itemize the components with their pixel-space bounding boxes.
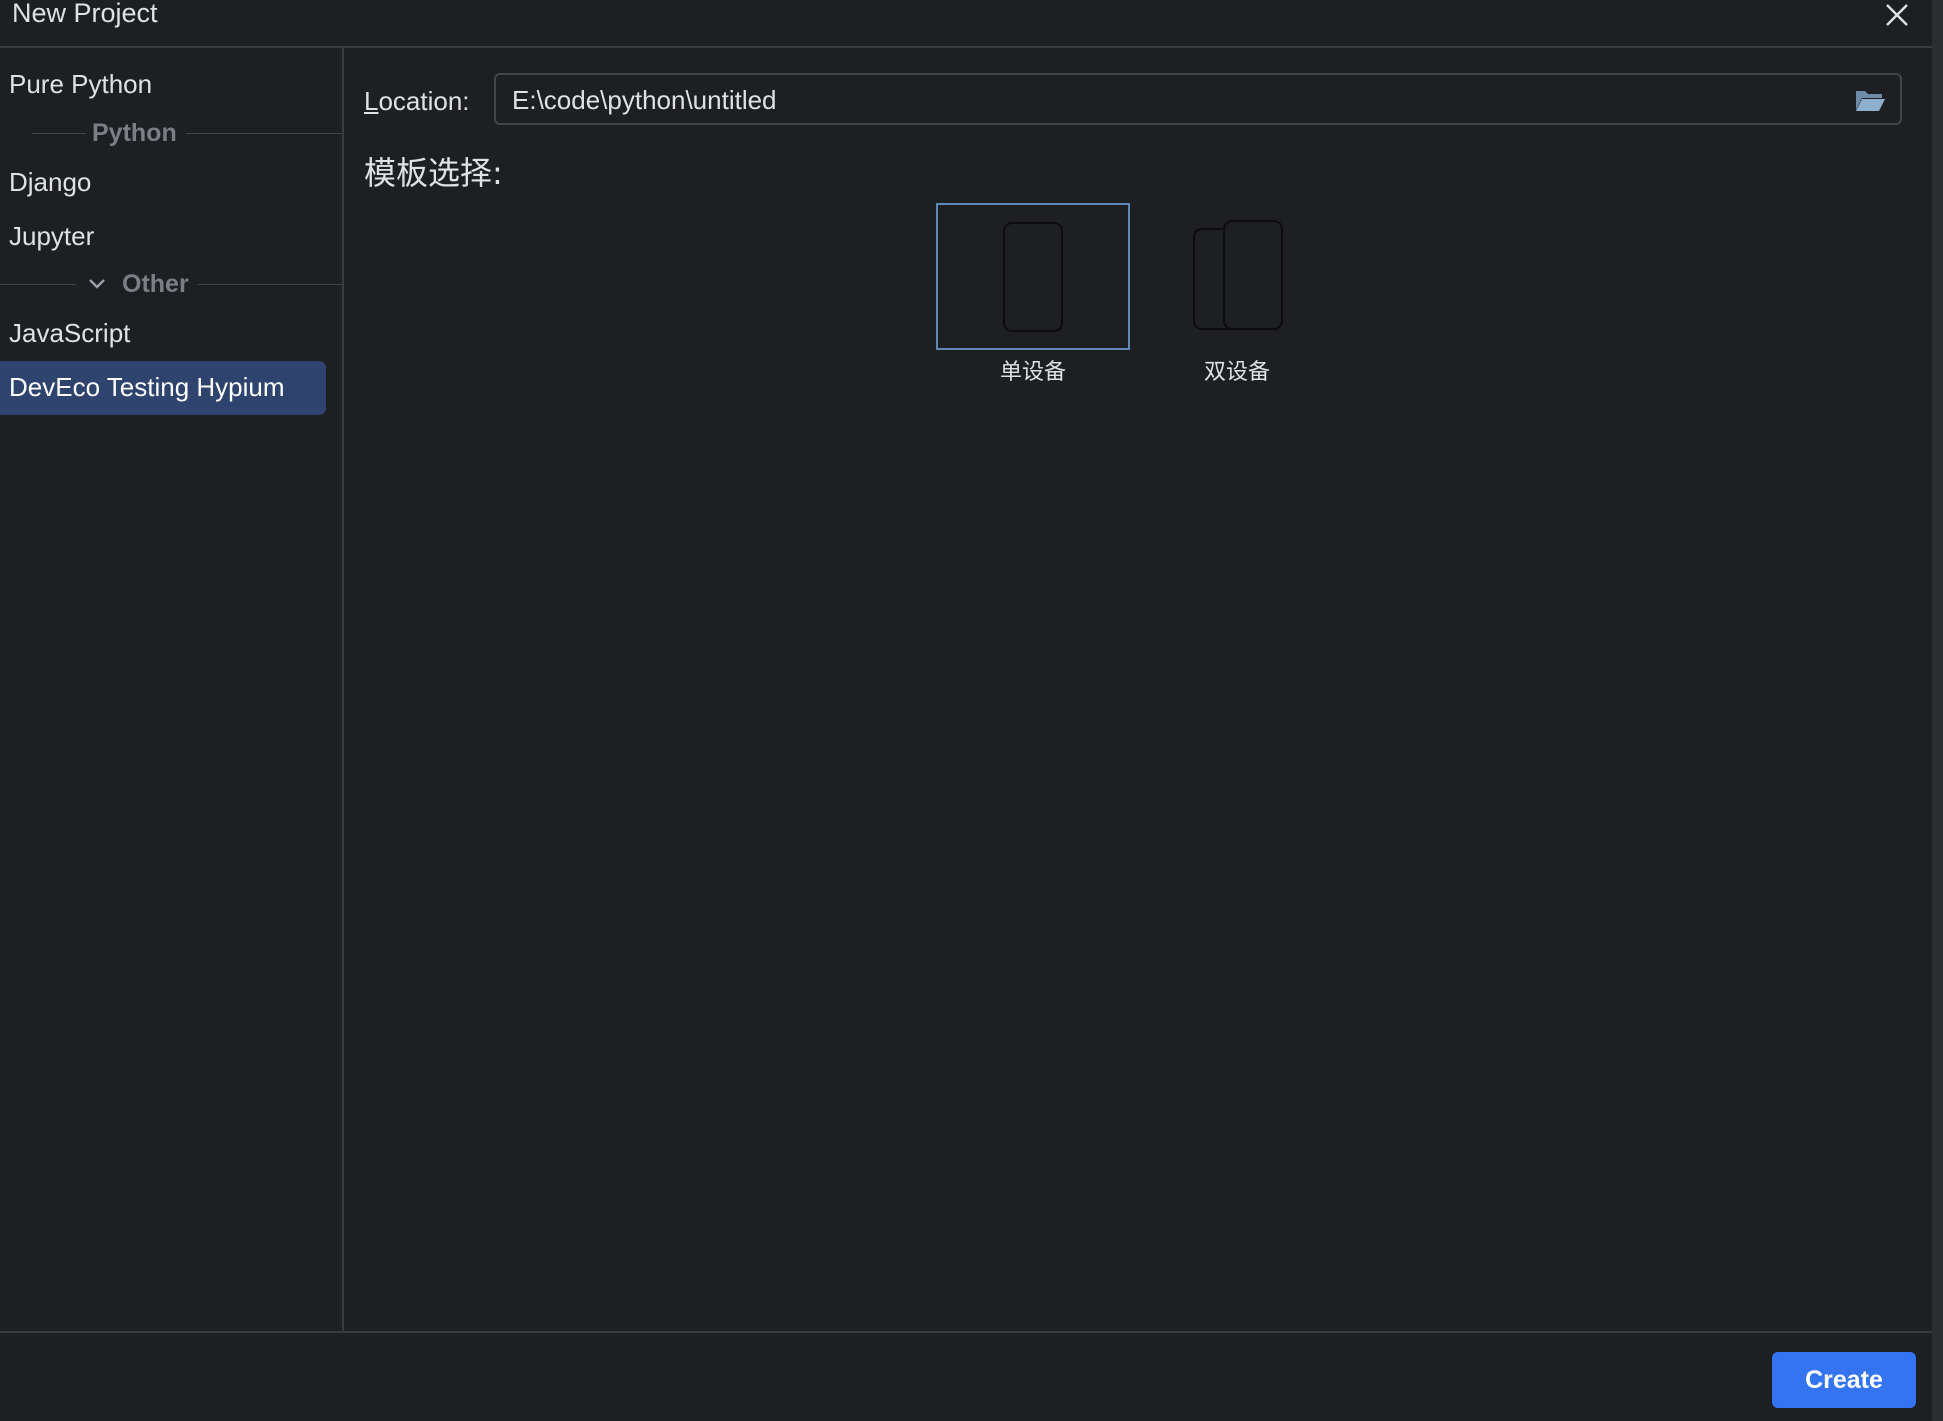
- chevron-down-icon: [89, 279, 105, 289]
- template-selection-heading: 模板选择:: [364, 154, 503, 192]
- sidebar-item-deveco-testing-hypium[interactable]: DevEco Testing Hypium: [9, 370, 285, 404]
- close-button[interactable]: [1880, 0, 1914, 30]
- template-option-dual-device[interactable]: [1140, 203, 1334, 350]
- sidebar-item-javascript[interactable]: JavaScript: [9, 316, 130, 350]
- location-label: Location:: [364, 86, 470, 116]
- location-value[interactable]: E:\code\python\untitled: [512, 85, 777, 115]
- location-field[interactable]: E:\code\python\untitled: [494, 73, 1902, 125]
- template-option-single-device[interactable]: [936, 203, 1130, 350]
- sidebar-item-jupyter[interactable]: Jupyter: [9, 219, 94, 253]
- template-label-dual-device[interactable]: 双设备: [1140, 354, 1334, 386]
- new-project-dialog: New Project Pure Python Python Django Ju…: [0, 0, 1932, 1421]
- folder-open-icon: [1856, 91, 1885, 111]
- dual-device-icon: [1193, 220, 1283, 330]
- group-divider: [32, 133, 86, 134]
- group-divider: [0, 284, 76, 285]
- close-icon: [1886, 4, 1908, 26]
- sidebar-item-django[interactable]: Django: [9, 165, 91, 199]
- background-window-edge: [1932, 0, 1943, 1421]
- group-label-python: Python: [92, 119, 177, 147]
- sidebar-item-pure-python[interactable]: Pure Python: [9, 67, 152, 101]
- browse-folder-button[interactable]: [1854, 87, 1886, 113]
- template-label-single-device[interactable]: 单设备: [936, 354, 1130, 386]
- create-button[interactable]: Create: [1772, 1352, 1916, 1408]
- title-bar: New Project: [0, 0, 1932, 48]
- single-device-icon: [1003, 222, 1063, 332]
- sidebar-group-other[interactable]: Other: [0, 267, 342, 301]
- project-type-sidebar: Pure Python Python Django Jupyter Other …: [0, 48, 344, 1331]
- group-label-other: Other: [122, 270, 189, 298]
- group-divider: [198, 284, 342, 285]
- project-settings-panel: Location: E:\code\python\untitled 模板选择: …: [344, 48, 1932, 1331]
- group-divider: [186, 133, 342, 134]
- dialog-title: New Project: [12, 0, 158, 28]
- sidebar-group-python: Python: [0, 116, 342, 150]
- dialog-footer: Create: [0, 1331, 1932, 1421]
